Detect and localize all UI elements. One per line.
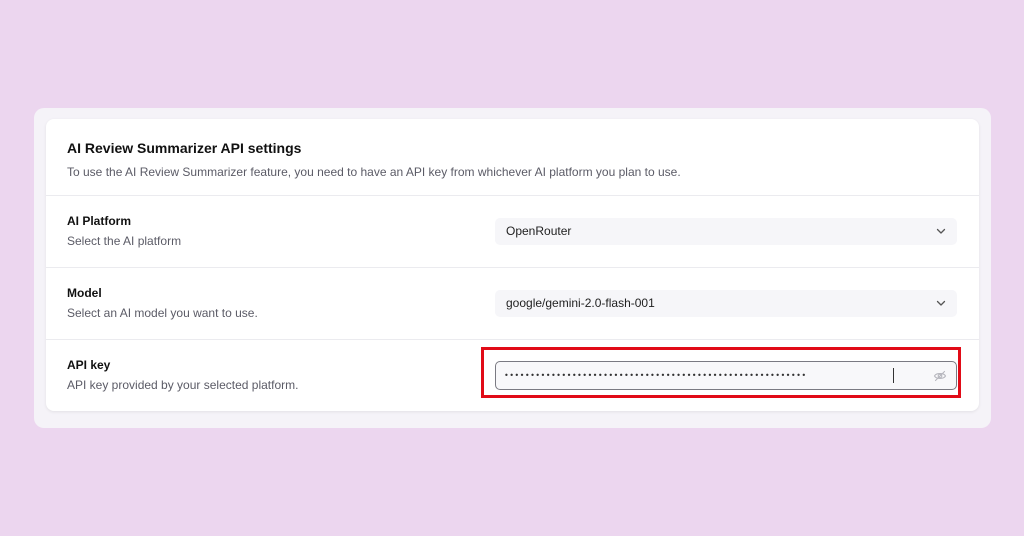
model-label: Model <box>67 286 102 300</box>
eye-off-icon[interactable] <box>933 369 947 383</box>
ai-platform-hint: Select the AI platform <box>67 234 182 248</box>
model-value: google/gemini-2.0-flash-001 <box>506 296 655 310</box>
ai-platform-row: AI Platform Select the AI platform OpenR… <box>46 196 979 268</box>
ai-platform-value: OpenRouter <box>506 224 572 238</box>
page-title: AI Review Summarizer API settings <box>67 140 302 156</box>
ai-platform-select[interactable]: OpenRouter <box>495 218 957 245</box>
settings-header: AI Review Summarizer API settings To use… <box>46 119 979 196</box>
ai-platform-label: AI Platform <box>67 214 132 228</box>
text-caret <box>893 368 894 383</box>
model-row: Model Select an AI model you want to use… <box>46 268 979 340</box>
model-select[interactable]: google/gemini-2.0-flash-001 <box>495 290 957 317</box>
api-key-label: API key <box>67 358 111 372</box>
api-key-input[interactable] <box>504 366 924 385</box>
model-hint: Select an AI model you want to use. <box>67 306 258 320</box>
chevron-down-icon <box>936 300 946 306</box>
api-key-field[interactable] <box>495 361 957 390</box>
page-description: To use the AI Review Summarizer feature,… <box>67 165 681 179</box>
api-key-hint: API key provided by your selected platfo… <box>67 378 299 392</box>
chevron-down-icon <box>936 228 946 234</box>
